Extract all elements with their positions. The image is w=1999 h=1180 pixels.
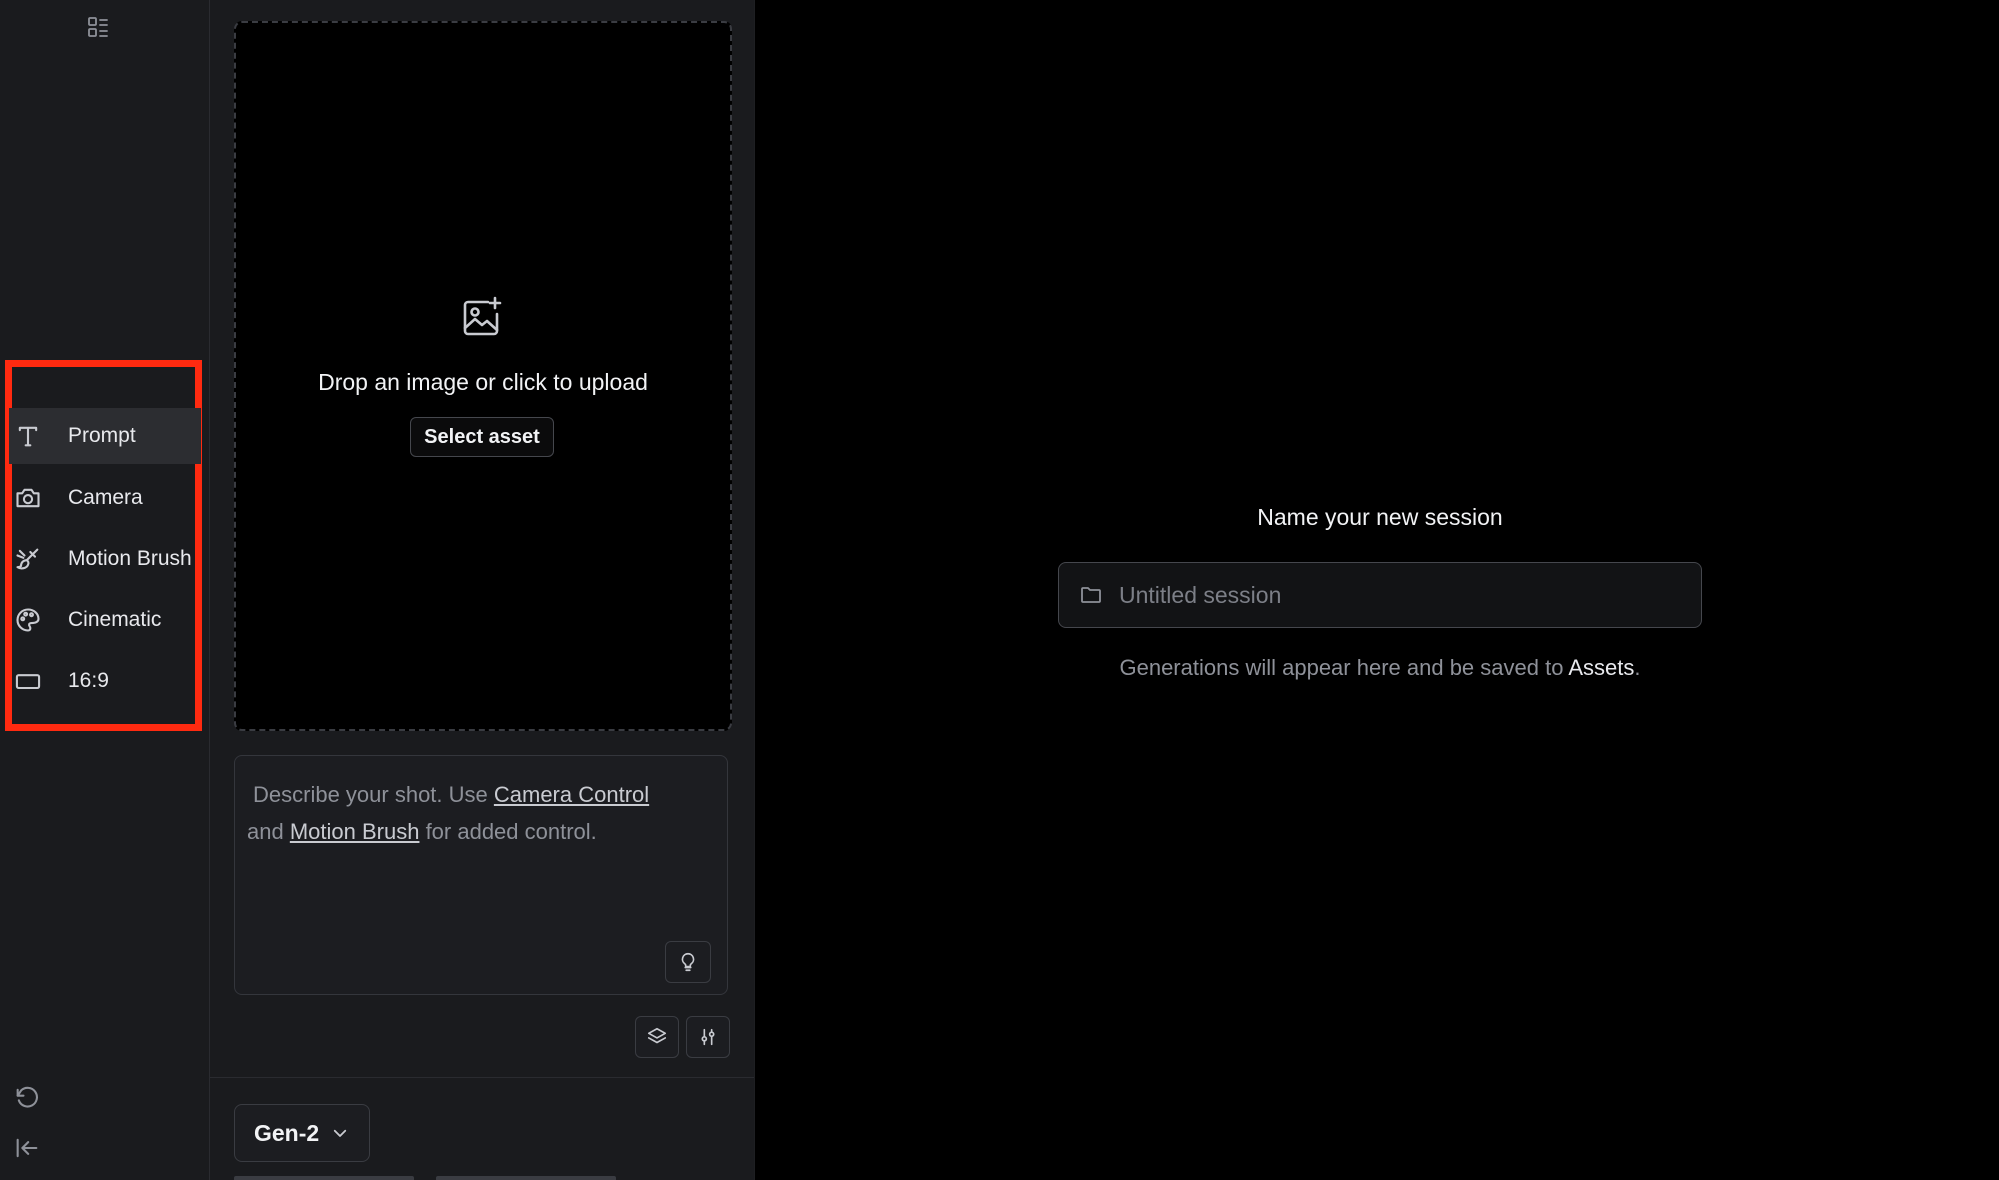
session-name-input[interactable] xyxy=(1117,580,1681,610)
camera-control-link[interactable]: Camera Control xyxy=(494,782,649,807)
tool-label: 16:9 xyxy=(68,669,109,692)
tool-motion-brush[interactable]: Motion Brush xyxy=(9,531,201,587)
tool-label: Camera xyxy=(68,486,143,509)
reset-icon[interactable] xyxy=(13,1084,41,1112)
text-t-icon xyxy=(14,422,42,450)
scroll-hint-tab xyxy=(436,1176,616,1180)
palette-icon xyxy=(14,606,42,634)
tool-cinematic[interactable]: Cinematic xyxy=(9,592,201,648)
assets-link[interactable]: Assets xyxy=(1568,655,1634,680)
note-text: . xyxy=(1634,655,1641,680)
tool-aspect-ratio[interactable]: 16:9 xyxy=(9,653,201,709)
scroll-hint-tab xyxy=(234,1176,414,1180)
model-select[interactable]: Gen-2 xyxy=(234,1104,370,1162)
image-dropzone[interactable]: Drop an image or click to upload Select … xyxy=(234,21,732,731)
panel-divider xyxy=(210,1077,754,1078)
lightbulb-icon xyxy=(677,951,699,973)
prompt-textarea[interactable]: Describe your shot. Use Camera Control a… xyxy=(234,755,728,995)
motion-brush-link[interactable]: Motion Brush xyxy=(290,819,420,844)
aspect-ratio-icon xyxy=(14,667,42,695)
camera-icon xyxy=(14,484,42,512)
collapse-sidebar-icon[interactable] xyxy=(13,1134,41,1162)
session-title: Name your new session xyxy=(1257,504,1503,530)
select-asset-button[interactable]: Select asset xyxy=(410,417,554,457)
prompt-hint-button[interactable] xyxy=(665,941,711,983)
session-name-field[interactable] xyxy=(1058,562,1702,628)
chevron-down-icon xyxy=(331,1124,349,1142)
layers-icon xyxy=(646,1026,668,1048)
folder-icon xyxy=(1079,583,1103,607)
tool-label: Prompt xyxy=(68,424,136,447)
model-select-value: Gen-2 xyxy=(254,1119,320,1146)
left-rail: Prompt Camera Motion Brush Cinematic 16:… xyxy=(0,0,210,1180)
prompt-placeholder: Describe your shot. Use Camera Control a… xyxy=(247,776,693,850)
settings-sliders-icon xyxy=(697,1026,719,1048)
upload-instruction: Drop an image or click to upload xyxy=(318,369,648,395)
tool-prompt[interactable]: Prompt xyxy=(9,408,201,464)
tool-camera[interactable]: Camera xyxy=(9,470,201,526)
image-add-icon xyxy=(458,294,506,342)
motion-brush-icon xyxy=(14,545,42,573)
prompt-text-part: for added control. xyxy=(419,819,597,844)
layers-button[interactable] xyxy=(635,1016,679,1058)
note-text: Generations will appear here and be save… xyxy=(1119,655,1569,680)
grid-list-icon[interactable] xyxy=(86,15,110,39)
settings-button[interactable] xyxy=(686,1016,730,1058)
prompt-text-part: and xyxy=(247,819,290,844)
prompt-text-part: Describe your shot. Use xyxy=(253,782,494,807)
tool-label: Cinematic xyxy=(68,608,162,631)
tool-label: Motion Brush xyxy=(68,547,192,570)
generation-panel: Drop an image or click to upload Select … xyxy=(210,0,755,1180)
generations-note: Generations will appear here and be save… xyxy=(1058,655,1702,681)
